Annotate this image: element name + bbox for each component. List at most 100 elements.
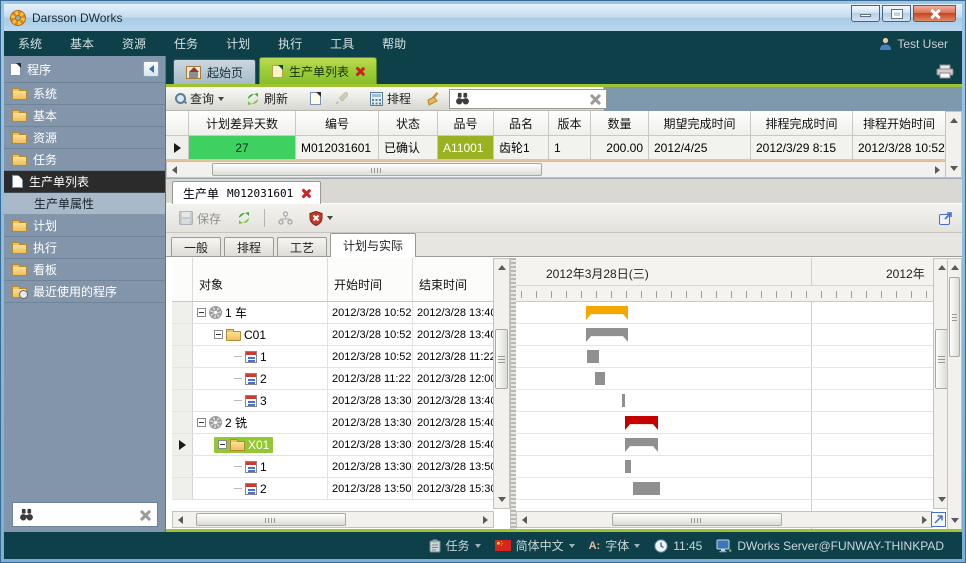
tree-collapse-icon[interactable] (218, 440, 227, 449)
grid-horizontal-scrollbar[interactable] (166, 161, 946, 178)
scrollbar-thumb[interactable] (612, 513, 782, 526)
new-button[interactable] (305, 90, 326, 107)
subtab-plan-vs-actual[interactable]: 计划与实际 (330, 233, 416, 257)
close-button[interactable] (913, 5, 956, 22)
tree-row[interactable]: C01 2012/3/28 10:52 2012/3/28 13:40 (172, 324, 493, 346)
sidebar-item-system[interactable]: 系统 (4, 83, 165, 105)
column-header[interactable]: 计划差异天数 (189, 111, 296, 136)
column-header[interactable]: 数量 (591, 111, 649, 136)
scroll-left-icon[interactable] (517, 512, 532, 527)
minimize-button[interactable] (851, 5, 880, 22)
scroll-down-icon[interactable] (494, 492, 509, 507)
close-tab-icon[interactable] (355, 67, 364, 76)
gantt-row[interactable] (516, 324, 933, 346)
menu-plan[interactable]: 计划 (212, 31, 264, 56)
column-header[interactable]: 排程完成时间 (751, 111, 853, 136)
sidebar-item-production-order-list[interactable]: 生产单列表 (4, 171, 165, 193)
gantt-row[interactable] (516, 456, 933, 478)
column-header[interactable]: 期望完成时间 (649, 111, 751, 136)
sidebar-item-resource[interactable]: 资源 (4, 127, 165, 149)
query-button[interactable]: 查询 (170, 88, 229, 109)
tree-row[interactable]: 2 铣 2012/3/28 13:30 2012/3/28 15:40 (172, 412, 493, 434)
gantt-row[interactable] (516, 434, 933, 456)
sidebar-item-production-order-props[interactable]: 生产单属性 (4, 193, 165, 215)
gantt-row[interactable] (516, 478, 933, 500)
schedule-button[interactable]: 排程 (365, 88, 416, 109)
sidebar-item-kanban[interactable]: 看板 (4, 259, 165, 281)
tree-row[interactable]: 2 2012/3/28 11:22 2012/3/28 12:00 (172, 368, 493, 390)
open-in-window-icon[interactable] (938, 210, 954, 226)
gantt-task-bar[interactable] (595, 372, 605, 385)
menu-execute[interactable]: 执行 (264, 31, 316, 56)
printer-icon[interactable] (936, 64, 954, 79)
tree-column-end[interactable]: 结束时间 (413, 258, 493, 301)
tree-horizontal-scrollbar[interactable] (172, 511, 494, 528)
gantt-task-bar[interactable] (625, 460, 631, 473)
tab-production-order-list[interactable]: 生产单列表 (259, 57, 377, 84)
sidebar-item-basic[interactable]: 基本 (4, 105, 165, 127)
status-language-dropdown[interactable]: 简体中文 (495, 537, 575, 554)
menu-tools[interactable]: 工具 (316, 31, 368, 56)
scroll-right-icon[interactable] (917, 512, 932, 527)
gantt-task-bar[interactable] (587, 350, 599, 363)
tree-collapse-icon[interactable] (214, 330, 223, 339)
scrollbar-thumb[interactable] (495, 329, 508, 389)
tree-row[interactable]: 1 车 2012/3/28 10:52 2012/3/28 13:40 (172, 302, 493, 324)
routing-button[interactable] (273, 209, 298, 227)
gantt-summary-bar-c01[interactable] (586, 328, 628, 342)
current-user[interactable]: Test User (879, 37, 962, 51)
tree-collapse-icon[interactable] (197, 308, 206, 317)
scroll-right-icon[interactable] (930, 162, 945, 177)
sidebar-search-clear-icon[interactable] (139, 509, 151, 521)
scroll-right-icon[interactable] (478, 512, 493, 527)
tree-collapse-icon[interactable] (197, 418, 206, 427)
edit-button[interactable] (330, 90, 353, 107)
sidebar-item-task[interactable]: 任务 (4, 149, 165, 171)
panel-vertical-scrollbar[interactable] (947, 258, 962, 530)
tab-start-page[interactable]: 起始页 (173, 59, 256, 84)
gantt-row[interactable] (516, 302, 933, 324)
gantt-row[interactable] (516, 412, 933, 434)
column-header[interactable]: 品号 (438, 111, 494, 136)
subtab-process[interactable]: 工艺 (277, 237, 327, 257)
toolbar-search-input[interactable] (475, 92, 584, 106)
tree-row-selected[interactable]: X01 2012/3/28 13:30 2012/3/28 15:40 (172, 434, 493, 456)
gantt-row[interactable] (516, 346, 933, 368)
close-detail-tab-icon[interactable] (301, 189, 310, 198)
tree-vertical-scrollbar[interactable] (493, 258, 510, 509)
sidebar-item-recent-programs[interactable]: 最近使用的程序 (4, 281, 165, 303)
subtab-general[interactable]: 一般 (171, 237, 221, 257)
status-task-dropdown[interactable]: 任务 (429, 537, 481, 554)
scroll-up-icon[interactable] (494, 260, 509, 275)
detail-refresh-button[interactable] (232, 209, 256, 227)
gantt-row[interactable] (516, 390, 933, 412)
menu-system[interactable]: 系统 (4, 31, 56, 56)
toolbar-search-clear-icon[interactable] (589, 93, 601, 105)
gantt-summary-bar-x01[interactable] (625, 438, 658, 452)
refresh-button[interactable]: 刷新 (241, 88, 293, 109)
tree-row[interactable]: 2 2012/3/28 13:50 2012/3/28 15:30 (172, 478, 493, 500)
column-header[interactable]: 版本 (549, 111, 591, 136)
column-header[interactable]: 排程开始时间 (853, 111, 946, 136)
gantt-task-bar[interactable] (622, 394, 625, 407)
tree-row[interactable]: 1 2012/3/28 13:30 2012/3/28 13:50 (172, 456, 493, 478)
sidebar-search-input[interactable] (40, 508, 133, 522)
gantt-expand-icon[interactable] (931, 512, 946, 527)
menu-basic[interactable]: 基本 (56, 31, 108, 56)
tree-row[interactable]: 1 2012/3/28 10:52 2012/3/28 11:22 (172, 346, 493, 368)
scroll-down-icon[interactable] (947, 513, 962, 528)
detail-doc-tab[interactable]: 生产单 M012031601 (172, 181, 321, 204)
tree-column-object[interactable]: 对象 (193, 258, 328, 301)
sidebar-item-plan[interactable]: 计划 (4, 215, 165, 237)
grid-data-row[interactable]: 27 M012031601 已确认 A11001 齿轮1 1 200.00 20… (166, 136, 946, 161)
scrollbar-thumb[interactable] (949, 277, 960, 357)
sidebar-collapse-button[interactable] (143, 61, 159, 77)
column-header[interactable]: 状态 (379, 111, 438, 136)
scrollbar-thumb[interactable] (212, 163, 542, 176)
status-font-dropdown[interactable]: A: 字体 (589, 537, 641, 554)
save-button[interactable]: 保存 (174, 208, 226, 229)
tree-column-start[interactable]: 开始时间 (328, 258, 413, 301)
clean-button[interactable] (420, 90, 445, 108)
maximize-button[interactable] (882, 5, 911, 22)
gantt-task-bar[interactable] (633, 482, 660, 495)
